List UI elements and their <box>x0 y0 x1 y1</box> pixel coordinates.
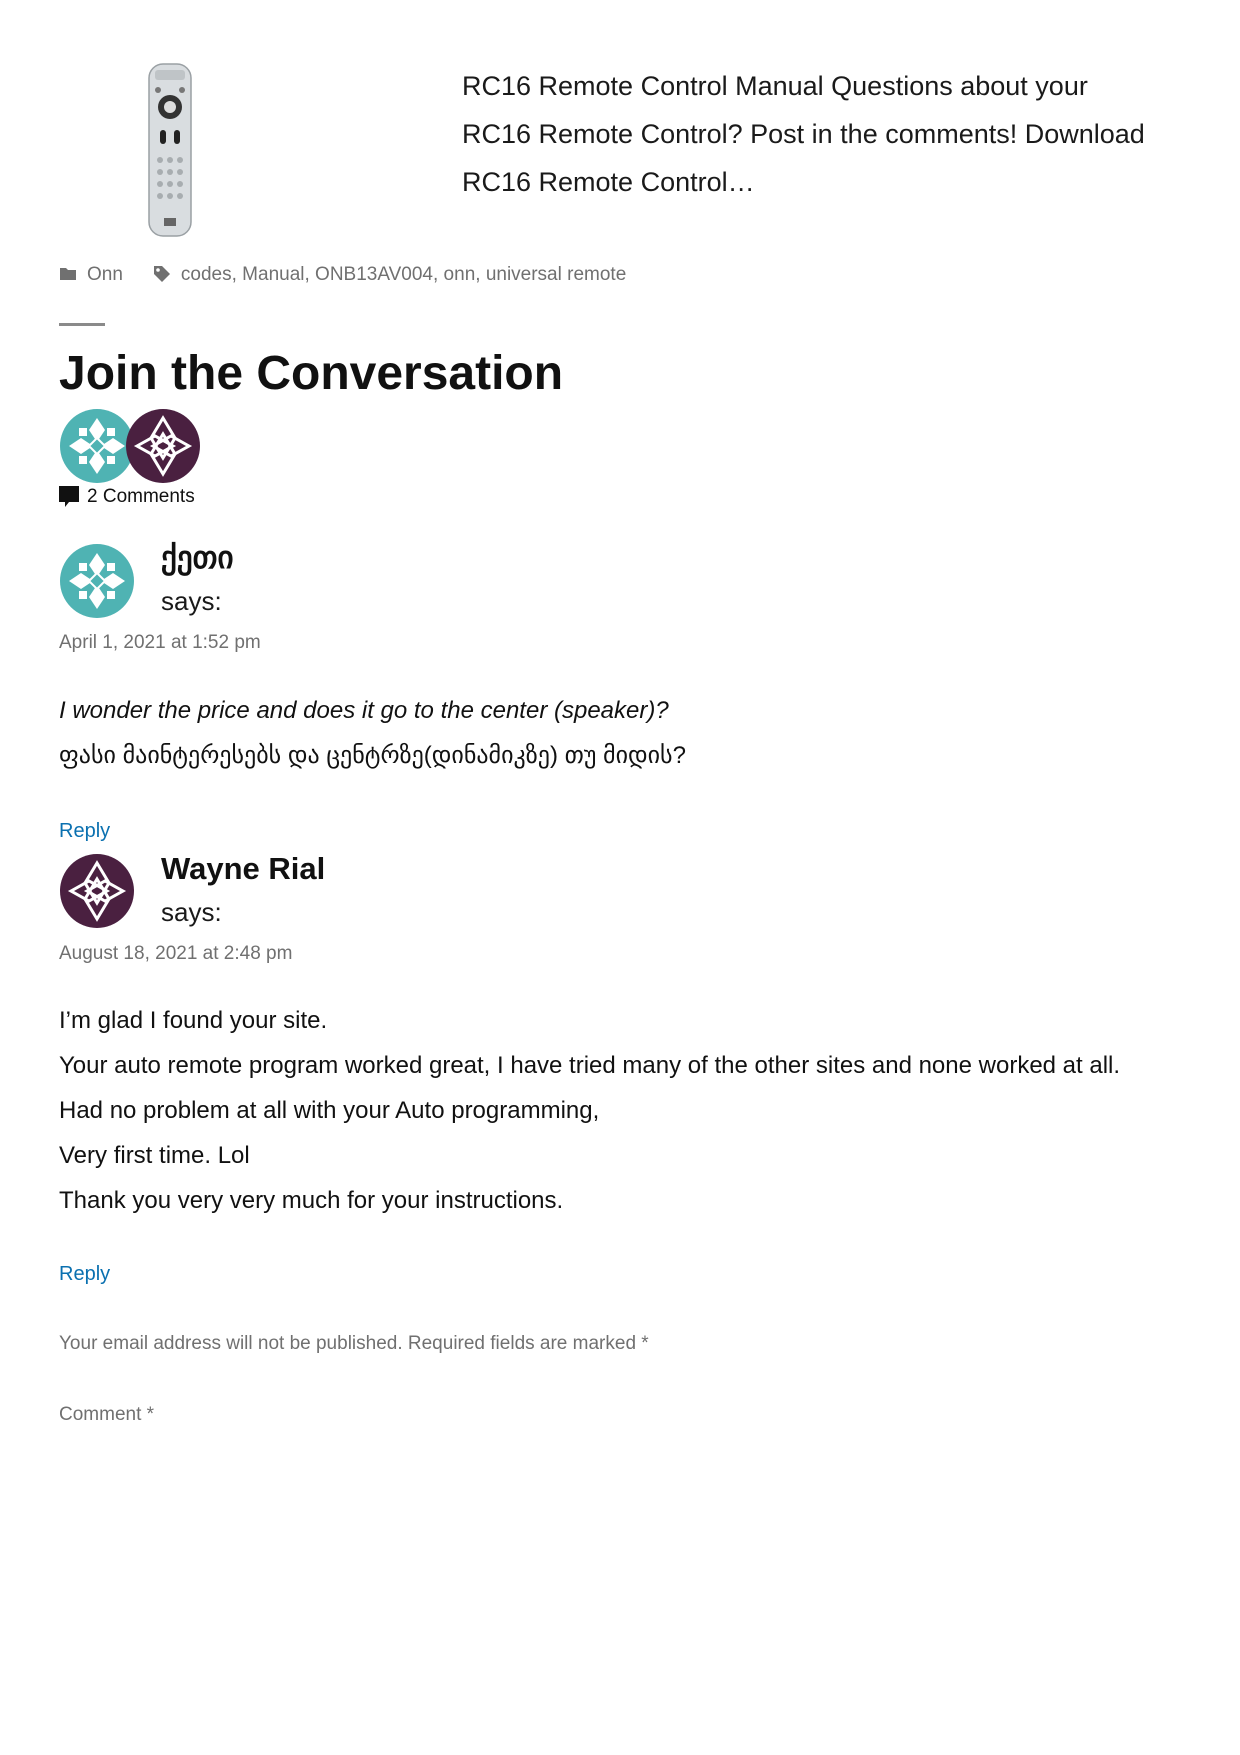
related-post-excerpt[interactable]: RC16 Remote Control Manual Questions abo… <box>462 62 1182 206</box>
comment-text: ფასი მაინტერესებს და ცენტრზე(დინამიკზე) … <box>59 742 686 769</box>
tag-icon <box>153 265 173 285</box>
folder-icon <box>59 265 79 285</box>
comment-date[interactable]: April 1, 2021 at 1:52 pm <box>59 632 261 654</box>
tag-links[interactable]: codes, Manual, ONB13AV004, onn, universa… <box>181 264 626 286</box>
comment-count-label: 2 Comments <box>87 486 195 507</box>
comment-text: Your auto remote program worked great, I… <box>59 1052 1121 1079</box>
comment-body: I wonder the price and does it go to the… <box>59 688 686 778</box>
comment-author[interactable]: Wayne Rial <box>161 851 325 887</box>
comment-avatar[interactable] <box>59 853 135 934</box>
comment-date[interactable]: August 18, 2021 at 2:48 pm <box>59 943 292 965</box>
reply-link[interactable]: Reply <box>59 1263 110 1286</box>
category-link[interactable]: Onn <box>87 264 123 286</box>
reply-link[interactable]: Reply <box>59 820 110 843</box>
comment-body: I’m glad I found your site. Your auto re… <box>59 998 1120 1223</box>
excerpt-line: RC16 Remote Control Manual Questions abo… <box>462 71 1088 101</box>
excerpt-line: RC16 Remote Control? Post in the comment… <box>462 119 1145 149</box>
avatar[interactable] <box>59 408 135 484</box>
conversation-title: Join the Conversation <box>59 347 564 400</box>
remote-control-thumbnail[interactable] <box>120 62 220 242</box>
comment-field-label: Comment * <box>59 1404 155 1425</box>
comment-text: Thank you very very much for your instru… <box>59 1187 564 1214</box>
comment-avatar[interactable] <box>59 543 135 624</box>
comment-says: says: <box>161 586 222 616</box>
comment-bubble-icon <box>59 486 79 507</box>
avatar[interactable] <box>125 408 201 484</box>
comment-text: I’m glad I found your site. <box>59 1007 328 1034</box>
email-privacy-note: Your email address will not be published… <box>59 1333 649 1354</box>
comment-count[interactable]: 2 Comments <box>59 486 195 508</box>
comment-text: Had no problem at all with your Auto pro… <box>59 1097 600 1124</box>
post-meta: Onn codes, Manual, ONB13AV004, onn, univ… <box>59 264 626 286</box>
comment-text: I wonder the price and does it go to the… <box>59 697 669 724</box>
comment-says: says: <box>161 897 222 927</box>
comment-text: Very first time. Lol <box>59 1142 250 1169</box>
comment-author[interactable]: ქეთი <box>161 540 234 576</box>
comment-field[interactable] <box>59 1440 1183 1684</box>
excerpt-line: RC16 Remote Control… <box>462 167 755 197</box>
section-divider <box>59 323 105 326</box>
